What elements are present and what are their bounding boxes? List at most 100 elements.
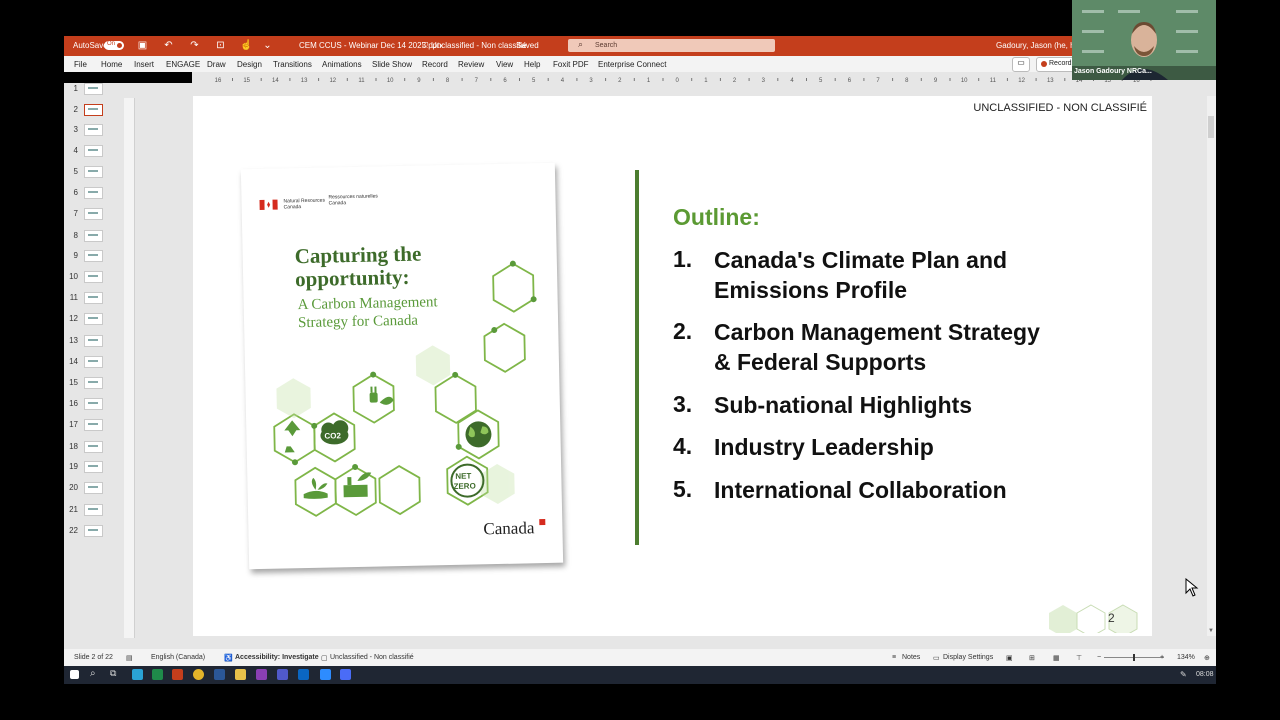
slide-thumbnail[interactable] xyxy=(84,419,103,431)
slide-thumbnail[interactable] xyxy=(84,187,103,199)
teams-icon[interactable] xyxy=(277,669,288,680)
clock[interactable]: 08:08 xyxy=(1196,671,1214,678)
slide-thumbnail[interactable] xyxy=(84,461,103,473)
word-icon[interactable] xyxy=(214,669,225,680)
slide-thumbnail[interactable] xyxy=(84,271,103,283)
slide-thumbnail[interactable] xyxy=(84,250,103,262)
pen-icon[interactable]: ✎ xyxy=(1180,670,1187,679)
tab-home[interactable]: Home xyxy=(101,60,122,69)
slide-thumbnail[interactable] xyxy=(84,482,103,494)
search-taskbar-icon[interactable]: ⌕ xyxy=(90,668,96,679)
undo-icon[interactable]: ↶ xyxy=(163,40,174,51)
zoom-meeting-icon[interactable] xyxy=(340,669,351,680)
tab-foxit-pdf[interactable]: Foxit PDF xyxy=(553,60,589,69)
autosave-state: On xyxy=(107,41,116,47)
ruler-tick xyxy=(806,78,807,81)
powerpoint-icon[interactable] xyxy=(172,669,183,680)
search-box[interactable]: ⌕ Search xyxy=(568,39,775,52)
slide-page-number: 2 xyxy=(1108,611,1115,625)
slide-thumbnail[interactable] xyxy=(84,230,103,242)
touch-mode-icon[interactable]: ☝ xyxy=(240,40,252,51)
start-icon[interactable] xyxy=(70,670,79,679)
tab-record[interactable]: Record xyxy=(422,60,448,69)
onenote-icon[interactable] xyxy=(256,669,267,680)
zoom-in-icon[interactable]: + xyxy=(1160,654,1164,661)
redo-icon[interactable]: ↷ xyxy=(189,40,200,51)
chrome-icon[interactable] xyxy=(193,669,204,680)
slideshow-view-icon[interactable]: ⊤ xyxy=(1076,654,1082,662)
tab-insert[interactable]: Insert xyxy=(134,60,154,69)
shield-icon: ⛉ xyxy=(422,41,428,50)
tab-slide-show[interactable]: Slide Show xyxy=(372,60,412,69)
notes-button[interactable]: Notes xyxy=(902,654,920,661)
zoom-slider-thumb[interactable] xyxy=(1133,654,1135,661)
save-state[interactable]: Saved xyxy=(516,41,539,50)
mouse-cursor-icon xyxy=(1185,578,1199,597)
horizontal-ruler[interactable]: 16 15 14 13 12 11 10 9 8 7 6 5 4 3 2 1 0 1 2 3 4 5 6 7 8 9 10 11 12 1… xyxy=(192,72,1216,84)
slide-thumbnail-number: 17 xyxy=(69,420,78,429)
tab-engage[interactable]: ENGAGE xyxy=(166,60,200,69)
ribbon-tabs: File Home Insert ENGAGE Draw Design Tran… xyxy=(64,56,1216,72)
fit-to-window-icon[interactable]: ⊕ xyxy=(1204,654,1210,662)
ruler-tick xyxy=(777,78,779,81)
slide-thumbnail-number: 11 xyxy=(69,293,78,302)
present-icon[interactable]: ⊡ xyxy=(215,40,226,51)
tab-design[interactable]: Design xyxy=(237,60,262,69)
co2-label: CO2 xyxy=(324,431,341,440)
zoom-out-icon[interactable]: − xyxy=(1097,654,1101,661)
slide-thumbnail[interactable] xyxy=(84,292,103,304)
vertical-scrollbar[interactable]: ▼ xyxy=(1207,96,1216,636)
slide-thumbnail[interactable] xyxy=(84,441,103,453)
slide-thumbnail[interactable] xyxy=(84,166,103,178)
display-settings-button[interactable]: Display Settings xyxy=(943,654,993,661)
ruler-tick xyxy=(1035,78,1037,81)
reading-view-icon[interactable]: ▦ xyxy=(1053,654,1060,662)
zoom-level[interactable]: 134% xyxy=(1177,654,1195,661)
slide-thumbnail[interactable] xyxy=(84,377,103,389)
edge-icon[interactable] xyxy=(132,669,143,680)
slide-thumbnail[interactable] xyxy=(84,398,103,410)
slide-thumbnail[interactable] xyxy=(84,124,103,136)
slide-thumbnail-number: 9 xyxy=(73,251,78,260)
accessibility-status[interactable]: Accessibility: Investigate xyxy=(235,654,319,661)
slide-canvas[interactable]: UNCLASSIFIED - NON CLASSIFIÉ Natural Res… xyxy=(193,96,1152,636)
slide-thumbnail[interactable] xyxy=(84,504,103,516)
classification-label[interactable]: Unclassified - Non classifié xyxy=(431,41,527,50)
tab-file[interactable]: File xyxy=(74,60,87,69)
factory-leaf-icon xyxy=(343,472,372,498)
excel-icon[interactable] xyxy=(152,669,163,680)
language-indicator[interactable]: English (Canada) xyxy=(151,654,205,661)
normal-view-icon[interactable]: ▣ xyxy=(1006,654,1013,662)
outlook-icon[interactable] xyxy=(298,669,309,680)
save-icon[interactable]: ▣ xyxy=(137,40,148,51)
customize-toolbar-icon[interactable]: ⌄ xyxy=(262,40,273,51)
task-view-icon[interactable]: ⧉ xyxy=(110,668,116,679)
tab-enterprise-connect[interactable]: Enterprise Connect xyxy=(598,60,666,69)
slide-thumbnail[interactable] xyxy=(84,356,103,368)
comments-button[interactable]: ▭ xyxy=(1012,57,1030,72)
status-classification[interactable]: Unclassified - Non classifié xyxy=(330,654,414,661)
scroll-down-icon[interactable]: ▼ xyxy=(1208,628,1214,634)
zoom-app-icon[interactable] xyxy=(320,669,331,680)
slide-thumbnail[interactable] xyxy=(84,208,103,220)
vertical-ruler[interactable] xyxy=(124,98,135,638)
file-explorer-icon[interactable] xyxy=(235,669,246,680)
tab-animations[interactable]: Animations xyxy=(322,60,362,69)
scrollbar-thumb[interactable] xyxy=(1208,116,1214,138)
slide-sorter-icon[interactable]: ⊞ xyxy=(1029,654,1035,662)
slide-thumbnail[interactable] xyxy=(84,525,103,537)
spellcheck-icon[interactable]: ▤ xyxy=(126,654,133,662)
tab-view[interactable]: View xyxy=(496,60,513,69)
tab-review[interactable]: Review xyxy=(458,60,484,69)
slide-thumbnail[interactable] xyxy=(84,145,103,157)
slide-thumbnail[interactable] xyxy=(84,104,103,116)
tab-help[interactable]: Help xyxy=(524,60,540,69)
hand-plant-icon xyxy=(303,477,328,499)
slide-thumbnail[interactable] xyxy=(84,335,103,347)
slide-thumbnail[interactable] xyxy=(84,313,103,325)
slide-thumbnail[interactable] xyxy=(84,83,103,95)
tab-transitions[interactable]: Transitions xyxy=(273,60,312,69)
slide-thumbnail-number: 22 xyxy=(69,526,78,535)
tab-draw[interactable]: Draw xyxy=(207,60,226,69)
ruler-tick xyxy=(662,78,664,81)
